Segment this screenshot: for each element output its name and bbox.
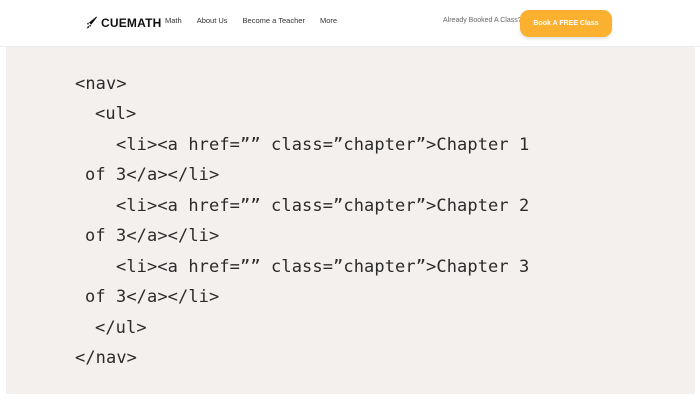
page-edge xyxy=(695,47,700,394)
code-line: of 3</a></li> xyxy=(85,165,220,185)
code-line: <li><a href=”” class=”chapter”>Chapter 3 xyxy=(116,257,530,277)
code-block: <nav> <ul> <li><a href=”” class=”chapter… xyxy=(6,47,695,394)
code-line: of 3</a></li> xyxy=(85,226,220,246)
nav-link-about-us[interactable]: About Us xyxy=(197,16,228,25)
already-booked-link[interactable]: Already Booked A Class? xyxy=(443,17,522,24)
logo[interactable]: CUEMATH xyxy=(86,14,162,32)
nav-link-become-a-teacher[interactable]: Become a Teacher xyxy=(243,16,305,25)
code-line: <li><a href=”” class=”chapter”>Chapter 1 xyxy=(116,135,530,155)
main-nav: Math About Us Become a Teacher More xyxy=(165,16,337,25)
code-line: </ul> xyxy=(95,318,147,338)
code-line: </nav> xyxy=(75,348,138,368)
rocket-icon xyxy=(86,16,98,30)
site-header: CUEMATH Math About Us Become a Teacher M… xyxy=(0,0,700,47)
code-line: <li><a href=”” class=”chapter”>Chapter 2 xyxy=(116,196,530,216)
nav-link-more[interactable]: More xyxy=(320,16,337,25)
code-line: <nav> xyxy=(75,74,127,94)
logo-text: CUEMATH xyxy=(101,16,162,30)
code-line: of 3</a></li> xyxy=(85,287,220,307)
nav-link-math[interactable]: Math xyxy=(165,16,182,25)
code-line: <ul> xyxy=(95,104,137,124)
book-free-class-button[interactable]: Book A FREE Class xyxy=(520,10,612,37)
